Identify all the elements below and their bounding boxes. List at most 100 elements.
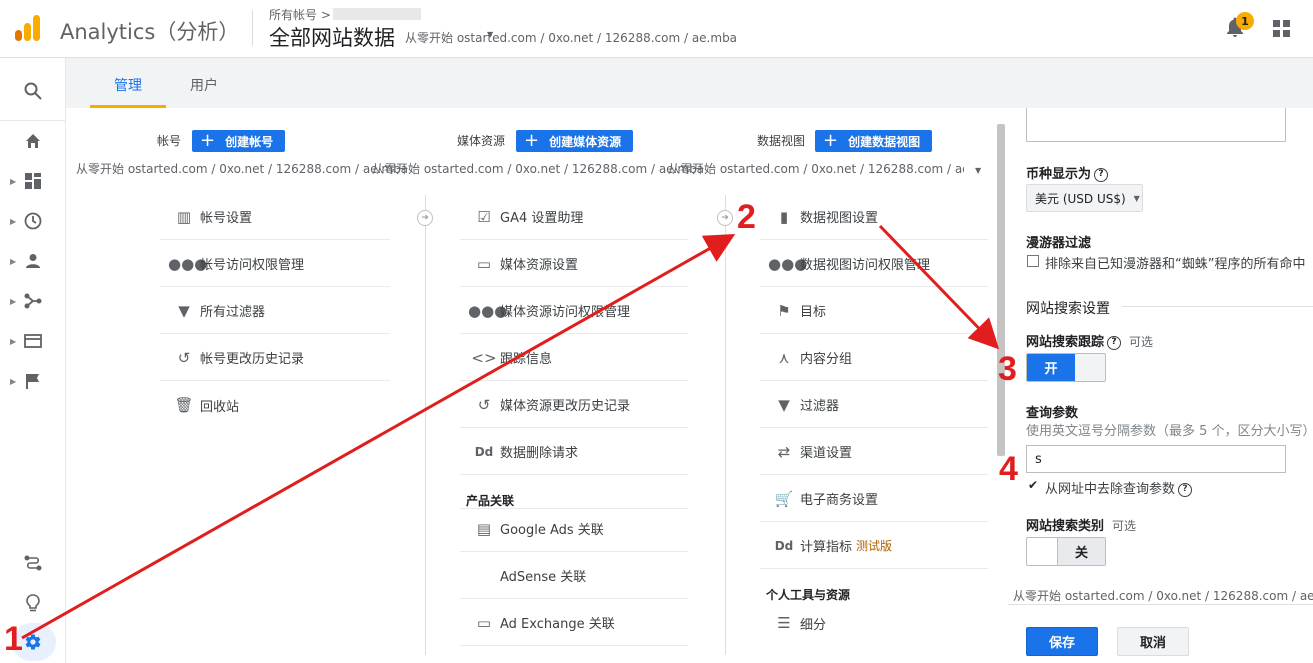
annotation-number-2: 2 (737, 198, 756, 236)
ad-exchange-link-item[interactable]: ▭ Ad Exchange 关联 (460, 600, 688, 646)
trash-label: 回收站 (200, 399, 240, 415)
apps-grid-icon[interactable] (1273, 20, 1290, 37)
tab-admin[interactable]: 管理 (114, 75, 142, 95)
account-settings-label: 帐号设置 (200, 211, 253, 226)
view-settings-label: 数据视图设置 (800, 211, 879, 226)
segments-item[interactable]: ☰ 细分 (760, 600, 988, 646)
property-title[interactable]: 全部网站数据 (269, 22, 395, 52)
property-dropdown-caret-icon[interactable]: ▼ (487, 30, 493, 39)
beta-tag: 测试版 (856, 539, 893, 553)
property-access-label: 媒体资源访问权限管理 (500, 305, 631, 320)
nav-divider (0, 120, 66, 121)
save-button[interactable]: 保存 (1026, 627, 1098, 656)
cancel-button[interactable]: 取消 (1117, 627, 1189, 656)
view-selector-caret-icon[interactable]: ▼ (975, 166, 981, 175)
property-selector[interactable]: 从零开始 ostarted.com / 0xo.net / 126288.com… (372, 160, 704, 177)
account-history-label: 帐号更改历史记录 (200, 352, 305, 367)
data-deletion-item[interactable]: Dd 数据删除请求 (460, 429, 688, 475)
view-filters-item[interactable]: ▼ 过滤器 (760, 382, 988, 428)
arrow-right-circle-icon: ➜ (717, 210, 733, 226)
trash-icon: 🗑 (174, 396, 194, 414)
account-selector[interactable]: 从零开始 ostarted.com / 0xo.net / 126288.com… (76, 160, 408, 177)
home-icon[interactable] (22, 130, 44, 152)
create-property-button[interactable]: + 创建媒体资源 (516, 130, 634, 152)
plus-icon: + (200, 130, 216, 151)
behavior-icon[interactable] (22, 330, 44, 352)
description-textarea[interactable] (1026, 108, 1286, 142)
google-ads-link-label: Google Ads 关联 (500, 523, 604, 538)
search-icon[interactable] (22, 80, 44, 102)
audience-person-icon[interactable] (22, 250, 44, 272)
help-icon[interactable]: ? (1094, 167, 1109, 182)
ga4-setup-item[interactable]: ☑ GA4 设置助理 (460, 194, 688, 240)
attribution-icon[interactable] (22, 552, 44, 574)
acquisition-caret-icon[interactable]: ▶ (10, 297, 16, 306)
content-grouping-item[interactable]: ⋏ 内容分组 (760, 335, 988, 381)
tab-user[interactable]: 用户 (190, 75, 218, 95)
discover-lightbulb-icon[interactable] (22, 592, 44, 614)
adsense-link-label: AdSense 关联 (500, 570, 587, 585)
content-scrollbar[interactable] (997, 124, 1005, 456)
customization-caret-icon[interactable]: ▶ (10, 177, 16, 186)
toggle-on-label: 开 (1027, 354, 1075, 381)
tracking-info-item[interactable]: <> 跟踪信息 (460, 335, 688, 381)
property-history-item[interactable]: ↺ 媒体资源更改历史记录 (460, 382, 688, 428)
optional-tag: 可选 (1129, 335, 1154, 349)
site-search-tracking-toggle[interactable]: 开 (1026, 353, 1106, 382)
channel-settings-item[interactable]: ⇄ 渠道设置 (760, 429, 988, 475)
account-history-item[interactable]: ↺ 帐号更改历史记录 (160, 335, 390, 381)
footer-breadcrumb: 从零开始 ostarted.com / 0xo.net / 126288.com… (1013, 589, 1313, 603)
currency-label-text: 币种显示为 (1026, 167, 1092, 182)
ga4-setup-label: GA4 设置助理 (500, 211, 584, 226)
account-access-label: 帐号访问权限管理 (200, 258, 305, 273)
calculated-metrics-label: 计算指标 (800, 540, 853, 555)
acquisition-icon[interactable] (22, 290, 44, 312)
view-selector[interactable]: 从零开始 ostarted.com / 0xo.net / 126288.com… (668, 160, 964, 177)
channel-icon: ⇄ (777, 442, 791, 461)
chevron-down-icon: ▼ (1133, 193, 1140, 203)
trash-item[interactable]: 🗑 回收站 (160, 382, 390, 428)
account-access-item[interactable]: ●●● 帐号访问权限管理 (160, 241, 390, 287)
customization-icon[interactable] (22, 170, 44, 192)
create-account-button[interactable]: + 创建帐号 (192, 130, 286, 152)
conversions-caret-icon[interactable]: ▶ (10, 377, 16, 386)
analytics-logo-icon[interactable] (14, 14, 42, 42)
realtime-caret-icon[interactable]: ▶ (10, 217, 16, 226)
content-grouping-label: 内容分组 (800, 352, 853, 367)
property-subtitle[interactable]: 从零开始 ostarted.com / 0xo.net / 126288.com… (405, 29, 737, 46)
property-settings-item[interactable]: ▭ 媒体资源设置 (460, 241, 688, 287)
people-icon: ●●● (768, 254, 808, 273)
ecommerce-settings-item[interactable]: 🛒 电子商务设置 (760, 476, 988, 522)
goals-item[interactable]: ⚑ 目标 (760, 288, 988, 334)
conversions-flag-icon[interactable] (22, 370, 44, 392)
adsense-link-item[interactable]: AdSense 关联 (460, 553, 688, 599)
google-ads-link-item[interactable]: ▤ Google Ads 关联 (460, 506, 688, 552)
view-settings-item[interactable]: ▮ 数据视图设置 (760, 194, 988, 240)
site-search-category-toggle[interactable]: 关 (1026, 537, 1106, 566)
view-access-item[interactable]: ●●● 数据视图访问权限管理 (760, 241, 988, 287)
audience-caret-icon[interactable]: ▶ (10, 257, 16, 266)
account-settings-item[interactable]: ▥ 帐号设置 (160, 194, 390, 240)
top-bar: Analytics（分析） 所有帐号 > 全部网站数据 从零开始 ostarte… (0, 0, 1313, 58)
account-breadcrumb[interactable]: 所有帐号 > (269, 6, 331, 23)
currency-select[interactable]: 美元 (USD US$) ▼ (1026, 184, 1143, 212)
admin-tabs-bar (66, 58, 1313, 108)
create-view-button[interactable]: + 创建数据视图 (815, 130, 933, 152)
plus-icon: + (823, 130, 839, 151)
help-icon[interactable]: ? (1178, 482, 1193, 497)
bot-filter-checkbox[interactable] (1027, 255, 1039, 267)
property-history-label: 媒体资源更改历史记录 (500, 399, 631, 414)
calculated-metrics-item[interactable]: Dd 计算指标 测试版 (760, 523, 988, 569)
realtime-clock-icon[interactable] (22, 210, 44, 232)
property-access-item[interactable]: ●●● 媒体资源访问权限管理 (460, 288, 688, 334)
admin-gear-icon[interactable] (22, 631, 44, 653)
all-filters-item[interactable]: ▼ 所有过滤器 (160, 288, 390, 334)
left-nav: ▶ ▶ ▶ ▶ ▶ ▶ (0, 58, 66, 663)
help-icon[interactable]: ? (1107, 335, 1122, 350)
behavior-caret-icon[interactable]: ▶ (10, 337, 16, 346)
strip-query-checkbox[interactable]: ✔ (1027, 479, 1039, 491)
segments-label: 细分 (800, 617, 827, 633)
data-deletion-label: 数据删除请求 (500, 446, 579, 461)
query-param-input[interactable]: s (1026, 445, 1286, 473)
account-column-header: 帐号 (157, 134, 182, 148)
